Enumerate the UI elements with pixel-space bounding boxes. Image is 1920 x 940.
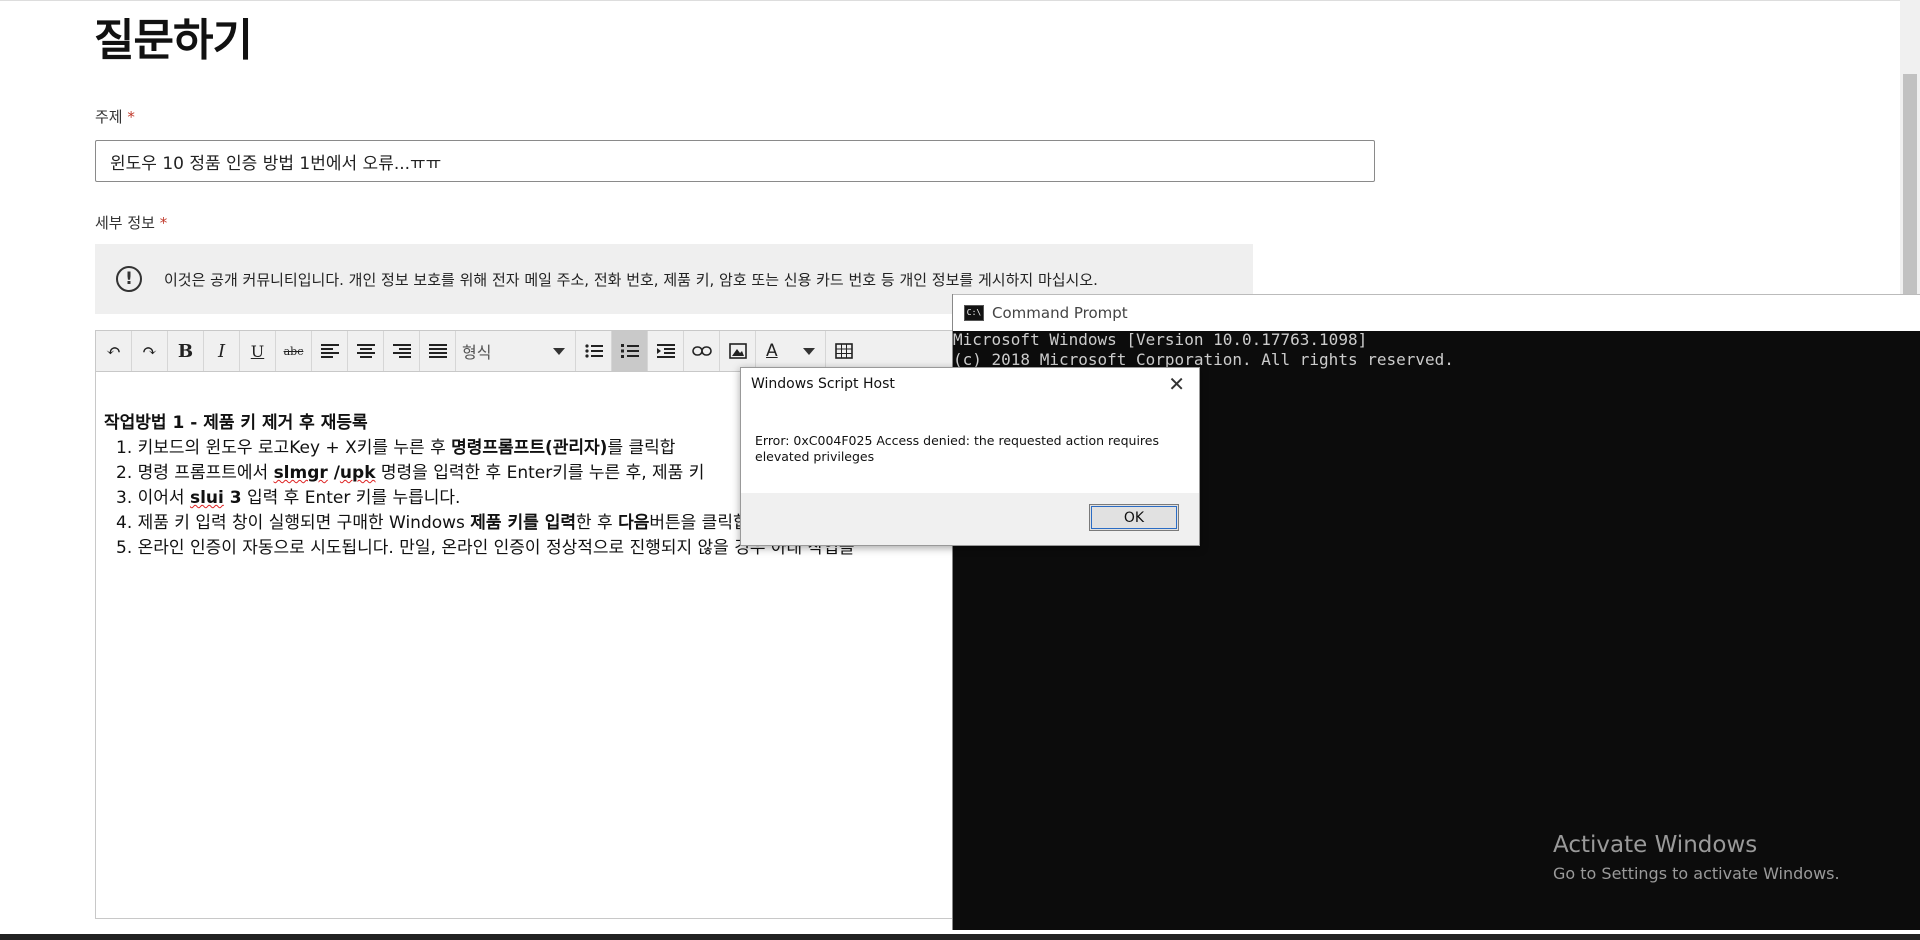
step-bold: 다음 — [618, 513, 650, 533]
strikethrough-icon[interactable]: abc — [276, 331, 312, 371]
format-dropdown[interactable]: 형식 — [456, 331, 576, 371]
align-left-icon-glyph — [320, 344, 339, 358]
numbered-list-icon[interactable] — [612, 331, 648, 371]
bold-icon[interactable]: B — [168, 331, 204, 371]
subject-input[interactable] — [95, 140, 1375, 182]
details-label-text: 세부 정보 — [95, 214, 155, 232]
table-icon-glyph — [835, 343, 853, 359]
step-text: 2. 명령 프롬프트에서 — [116, 463, 274, 483]
format-dropdown-label: 형식 — [462, 343, 492, 362]
step-bold: / — [327, 463, 340, 483]
privacy-notice-text: 이것은 공개 커뮤니티입니다. 개인 정보 보호를 위해 전자 메일 주소, 전… — [164, 270, 1098, 289]
step-text: 1. 키보드의 윈도우 로고Key + X키를 누른 후 — [116, 438, 452, 458]
activate-windows-subtitle: Go to Settings to activate Windows. — [1553, 864, 1840, 883]
align-right-icon-glyph — [392, 344, 411, 358]
spellcheck-word: slui — [189, 488, 224, 508]
image-icon-glyph — [728, 343, 747, 359]
info-icon: ! — [116, 266, 142, 292]
command-prompt-titlebar[interactable]: C:\ Command Prompt — [953, 294, 1920, 331]
step-text: 를 클릭합 — [607, 438, 676, 458]
numbered-list-icon-glyph — [620, 344, 639, 358]
required-mark: * — [159, 214, 168, 232]
bullet-list-icon[interactable] — [576, 331, 612, 371]
activate-windows-watermark: Activate Windows Go to Settings to activ… — [1553, 832, 1840, 883]
dialog-title: Windows Script Host — [751, 376, 895, 392]
step-text: 명령을 입력한 후 Enter키를 누른 후, 제품 키 — [375, 463, 705, 483]
indent-icon-glyph — [656, 344, 675, 358]
text-color-icon: A — [766, 341, 778, 361]
step-bold: 제품 키를 입력 — [470, 513, 576, 533]
underline-icon[interactable]: U — [240, 331, 276, 371]
activate-windows-title: Activate Windows — [1553, 832, 1758, 858]
italic-icon[interactable]: I — [204, 331, 240, 371]
subject-label: 주제 * — [95, 106, 135, 127]
step-text: 입력 후 Enter 키를 누릅니다. — [241, 488, 461, 508]
chevron-down-icon — [803, 347, 815, 355]
page-title: 질문하기 — [94, 15, 253, 66]
align-center-icon-glyph — [356, 344, 375, 358]
bottom-edge — [0, 934, 1920, 940]
justify-icon-glyph — [428, 344, 447, 358]
script-host-dialog[interactable]: Windows Script Host ✕ Error: 0xC004F025 … — [740, 367, 1200, 546]
step-text: 한 후 — [575, 513, 619, 533]
close-icon[interactable]: ✕ — [1168, 372, 1185, 396]
justify-icon[interactable] — [420, 331, 456, 371]
image-icon[interactable] — [720, 331, 756, 371]
bullet-list-icon-glyph — [584, 344, 603, 358]
link-icon-glyph — [691, 346, 712, 356]
subject-label-text: 주제 — [95, 108, 123, 126]
required-mark: * — [127, 108, 135, 126]
spellcheck-word: slmgr — [273, 463, 328, 483]
table-icon[interactable] — [826, 331, 862, 371]
align-left-icon[interactable] — [312, 331, 348, 371]
scrollbar-thumb[interactable] — [1903, 74, 1917, 294]
step-bold: 3 — [223, 488, 242, 508]
details-label: 세부 정보 * — [95, 212, 167, 233]
link-icon[interactable] — [684, 331, 720, 371]
align-right-icon[interactable] — [384, 331, 420, 371]
step-text: 3. 이어서 — [116, 488, 190, 508]
command-prompt-output[interactable]: Microsoft Windows [Version 10.0.17763.10… — [953, 330, 1454, 370]
redo-icon[interactable]: ↷ — [132, 331, 168, 371]
chevron-down-icon — [553, 347, 565, 355]
page-scrollbar[interactable] — [1900, 0, 1920, 294]
ok-button[interactable]: OK — [1089, 504, 1179, 531]
text-color-button[interactable]: A — [756, 331, 826, 371]
indent-icon[interactable] — [648, 331, 684, 371]
terminal-icon: C:\ — [964, 305, 984, 321]
console-line: Microsoft Windows [Version 10.0.17763.10… — [953, 330, 1368, 349]
undo-icon[interactable]: ↶ — [96, 331, 132, 371]
dialog-footer: OK — [741, 493, 1199, 545]
dialog-message: Error: 0xC004F025 Access denied: the req… — [755, 433, 1159, 464]
align-center-icon[interactable] — [348, 331, 384, 371]
spellcheck-word: upk — [339, 463, 376, 483]
command-prompt-title: Command Prompt — [992, 304, 1128, 322]
top-border — [0, 0, 1920, 1]
step-text: 4. 제품 키 입력 창이 실행되면 구매한 Windows — [116, 513, 471, 533]
step-bold: 명령프롬프트(관리자) — [451, 438, 608, 458]
